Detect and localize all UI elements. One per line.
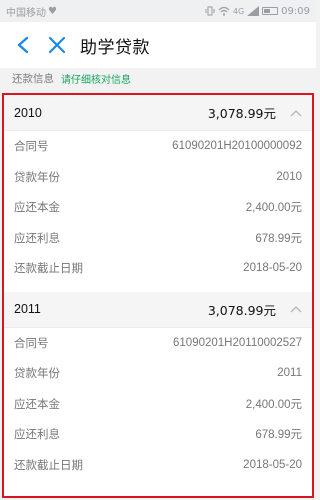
loan-total-amount: 3,078.99元 [207,106,276,121]
detail-label: 还款截止日期 [14,261,83,276]
wifi-icon [218,6,230,16]
detail-value: 61090201H20110002527 [173,336,302,349]
detail-value: 678.99元 [255,429,302,442]
status-right: 4G 09:09 [205,6,310,17]
nav-bar: 助学贷款 [0,22,316,68]
detail-row-principal: 应还本金 2,400.00元 [4,389,312,420]
detail-value: 2018-05-20 [243,262,302,275]
detail-value: 2,400.00元 [245,202,302,215]
detail-value: 2010 [276,170,302,183]
loan-year: 2011 [14,302,41,316]
page-title: 助学贷款 [80,37,150,58]
loan-section-header-2011[interactable]: 2011 3,078.99元 [4,291,312,328]
battery-icon [262,7,279,15]
status-bar: 中国移动 ♥ 4G 09:09 [0,0,316,22]
loan-total-amount: 3,078.99元 [207,302,276,318]
detail-value: 2018-05-20 [243,458,302,471]
back-button[interactable] [10,32,36,58]
detail-label: 贷款年份 [14,366,60,381]
info-row: 还款信息 请仔细核对信息 [0,68,316,88]
detail-value: 61090201H20100000092 [172,140,302,153]
loan-total-group: 3,078.99元 [208,103,302,122]
chevron-up-icon[interactable] [290,305,302,313]
detail-value: 678.99元 [255,232,302,245]
clock-label: 09:09 [281,5,310,17]
detail-row-deadline: 还款截止日期 2018-05-20 [4,450,312,481]
detail-label: 应还本金 [14,396,60,411]
detail-label: 应还利息 [14,427,60,442]
close-icon [48,36,66,54]
chevron-left-icon [17,36,29,54]
heart-icon: ♥ [48,5,57,17]
vibrate-icon [205,6,215,16]
detail-row-principal: 应还本金 2,400.00元 [4,192,312,223]
detail-row-contract: 合同号 61090201H20100000092 [4,131,312,162]
status-left: 中国移动 ♥ [6,4,57,19]
detail-row-interest: 应还利息 678.99元 [4,419,312,450]
detail-row-loan-year: 贷款年份 2011 [4,358,312,389]
loan-total-group: 3,078.99元 [208,300,302,319]
carrier-label: 中国移动 [6,7,46,19]
verify-hint: 请仔细核对信息 [61,74,131,86]
detail-label: 应还本金 [14,200,60,215]
detail-row-deadline: 还款截止日期 2018-05-20 [4,253,312,284]
loan-year: 2010 [14,105,42,120]
detail-value: 2,400.00元 [245,398,302,411]
detail-row-contract: 合同号 61090201H20110002527 [4,328,312,359]
loan-list-panel: 2010 3,078.99元 合同号 61090201H20100000092 … [2,93,314,498]
loan-section-header-2010[interactable]: 2010 3,078.99元 [4,95,312,131]
detail-label: 应还利息 [14,230,60,245]
chevron-up-icon[interactable] [290,109,302,117]
signal-icon [247,6,260,16]
detail-label: 合同号 [14,335,49,350]
section-divider [4,284,312,292]
detail-value: 2011 [277,367,302,380]
detail-label: 贷款年份 [14,169,60,184]
repayment-info-label: 还款信息 [12,72,54,85]
detail-row-interest: 应还利息 678.99元 [4,223,312,254]
detail-label: 合同号 [14,139,49,154]
network-label: 4G [232,6,245,16]
detail-row-loan-year: 贷款年份 2010 [4,162,312,193]
detail-label: 还款截止日期 [14,457,83,472]
close-button[interactable] [44,32,70,58]
